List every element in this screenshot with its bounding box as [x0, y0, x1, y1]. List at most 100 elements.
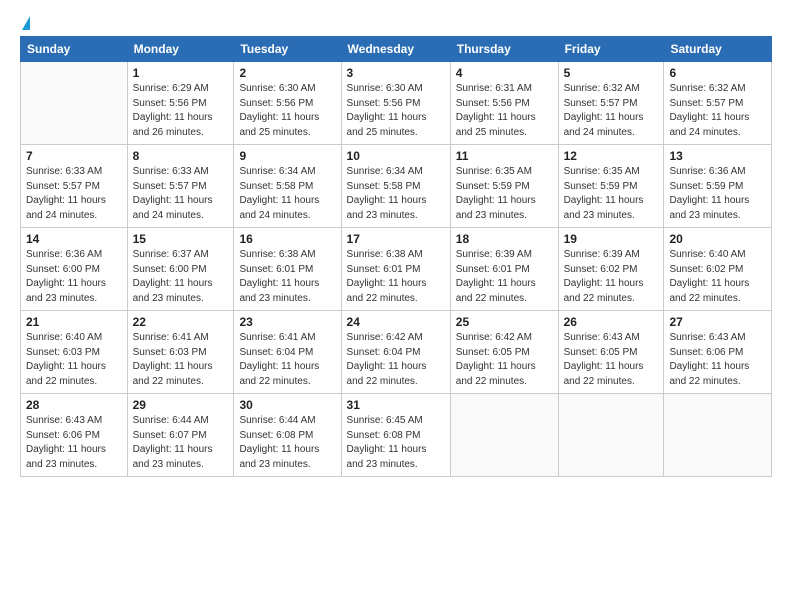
calendar-cell: 16Sunrise: 6:38 AMSunset: 6:01 PMDayligh… — [234, 228, 341, 311]
calendar-cell: 7 Sunrise: 6:33 AMSunset: 5:57 PMDaylight… — [21, 145, 128, 228]
calendar-cell: 23 Sunrise: 6:41 AMSunset: 6:04 PMDayligh… — [234, 311, 341, 394]
day-info: Sunrise: 6:34 AMSunset: 5:58 PMDaylight:… — [239, 166, 319, 221]
day-info: Sunrise: 6:33 AMSunset: 5:57 PMDaylight:… — [26, 166, 106, 221]
day-info: Sunrise: 6:31 AMSunset: 5:56 PMDaylight:… — [456, 83, 536, 138]
day-info: Sunrise: 6:36 AMSunset: 5:59 PMDaylight:… — [669, 166, 749, 221]
day-info: Sunrise: 6:43 AMSunset: 6:06 PMDaylight:… — [669, 332, 749, 387]
day-info: Sunrise: 6:34 AMSunset: 5:58 PMDaylight:… — [347, 166, 427, 221]
day-info: Sunrise: 6:32 AMSunset: 5:57 PMDaylight:… — [669, 83, 749, 138]
calendar-cell: 15 Sunrise: 6:37 AMSunset: 6:00 PMDayligh… — [127, 228, 234, 311]
calendar-week-row: 14 Sunrise: 6:36 AMSunset: 6:00 PMDayligh… — [21, 228, 772, 311]
calendar-cell — [664, 394, 772, 477]
day-info: Sunrise: 6:40 AMSunset: 6:02 PMDaylight:… — [669, 249, 749, 304]
day-number: 20 — [669, 232, 766, 246]
logo-triangle-icon — [22, 16, 30, 30]
day-info: Sunrise: 6:42 AMSunset: 6:05 PMDaylight:… — [456, 332, 536, 387]
calendar-header-saturday: Saturday — [664, 37, 772, 62]
calendar-cell: 29Sunrise: 6:44 AMSunset: 6:07 PMDayligh… — [127, 394, 234, 477]
day-info: Sunrise: 6:33 AMSunset: 5:57 PMDaylight:… — [133, 166, 213, 221]
calendar-cell: 21 Sunrise: 6:40 AMSunset: 6:03 PMDayligh… — [21, 311, 128, 394]
calendar-week-row: 28 Sunrise: 6:43 AMSunset: 6:06 PMDayligh… — [21, 394, 772, 477]
calendar-cell: 2Sunrise: 6:30 AMSunset: 5:56 PMDaylight… — [234, 62, 341, 145]
day-number: 29 — [133, 398, 229, 412]
calendar-cell — [21, 62, 128, 145]
day-info: Sunrise: 6:45 AMSunset: 6:08 PMDaylight:… — [347, 415, 427, 470]
day-number: 4 — [456, 66, 553, 80]
day-number: 17 — [347, 232, 445, 246]
day-info: Sunrise: 6:29 AMSunset: 5:56 PMDaylight:… — [133, 83, 213, 138]
day-info: Sunrise: 6:35 AMSunset: 5:59 PMDaylight:… — [456, 166, 536, 221]
calendar-cell: 10 Sunrise: 6:34 AMSunset: 5:58 PMDayligh… — [341, 145, 450, 228]
day-number: 15 — [133, 232, 229, 246]
calendar-cell: 11 Sunrise: 6:35 AMSunset: 5:59 PMDayligh… — [450, 145, 558, 228]
calendar-cell: 14 Sunrise: 6:36 AMSunset: 6:00 PMDayligh… — [21, 228, 128, 311]
calendar-cell: 28 Sunrise: 6:43 AMSunset: 6:06 PMDayligh… — [21, 394, 128, 477]
day-info: Sunrise: 6:36 AMSunset: 6:00 PMDaylight:… — [26, 249, 106, 304]
day-info: Sunrise: 6:44 AMSunset: 6:08 PMDaylight:… — [239, 415, 319, 470]
day-number: 25 — [456, 315, 553, 329]
calendar-header-thursday: Thursday — [450, 37, 558, 62]
day-info: Sunrise: 6:42 AMSunset: 6:04 PMDaylight:… — [347, 332, 427, 387]
day-info: Sunrise: 6:32 AMSunset: 5:57 PMDaylight:… — [564, 83, 644, 138]
day-info: Sunrise: 6:38 AMSunset: 6:01 PMDaylight:… — [347, 249, 427, 304]
day-number: 19 — [564, 232, 659, 246]
day-number: 22 — [133, 315, 229, 329]
calendar-header-tuesday: Tuesday — [234, 37, 341, 62]
day-number: 24 — [347, 315, 445, 329]
day-number: 10 — [347, 149, 445, 163]
calendar-cell: 22 Sunrise: 6:41 AMSunset: 6:03 PMDayligh… — [127, 311, 234, 394]
calendar-cell: 25 Sunrise: 6:42 AMSunset: 6:05 PMDayligh… — [450, 311, 558, 394]
day-number: 5 — [564, 66, 659, 80]
day-number: 23 — [239, 315, 335, 329]
day-number: 11 — [456, 149, 553, 163]
calendar-header-monday: Monday — [127, 37, 234, 62]
header — [20, 16, 772, 30]
day-number: 26 — [564, 315, 659, 329]
day-number: 31 — [347, 398, 445, 412]
calendar-week-row: 21 Sunrise: 6:40 AMSunset: 6:03 PMDayligh… — [21, 311, 772, 394]
day-number: 14 — [26, 232, 122, 246]
calendar-header-row: SundayMondayTuesdayWednesdayThursdayFrid… — [21, 37, 772, 62]
day-number: 30 — [239, 398, 335, 412]
calendar-cell: 13Sunrise: 6:36 AMSunset: 5:59 PMDayligh… — [664, 145, 772, 228]
calendar-cell: 1 Sunrise: 6:29 AMSunset: 5:56 PMDaylight… — [127, 62, 234, 145]
calendar-header-friday: Friday — [558, 37, 664, 62]
day-number: 18 — [456, 232, 553, 246]
day-info: Sunrise: 6:41 AMSunset: 6:04 PMDaylight:… — [239, 332, 319, 387]
calendar-cell: 20 Sunrise: 6:40 AMSunset: 6:02 PMDayligh… — [664, 228, 772, 311]
day-number: 7 — [26, 149, 122, 163]
calendar-week-row: 7 Sunrise: 6:33 AMSunset: 5:57 PMDaylight… — [21, 145, 772, 228]
calendar-cell: 18 Sunrise: 6:39 AMSunset: 6:01 PMDayligh… — [450, 228, 558, 311]
day-info: Sunrise: 6:39 AMSunset: 6:01 PMDaylight:… — [456, 249, 536, 304]
day-number: 21 — [26, 315, 122, 329]
day-info: Sunrise: 6:37 AMSunset: 6:00 PMDaylight:… — [133, 249, 213, 304]
day-info: Sunrise: 6:40 AMSunset: 6:03 PMDaylight:… — [26, 332, 106, 387]
calendar-cell: 24 Sunrise: 6:42 AMSunset: 6:04 PMDayligh… — [341, 311, 450, 394]
calendar-week-row: 1 Sunrise: 6:29 AMSunset: 5:56 PMDaylight… — [21, 62, 772, 145]
calendar-cell: 12Sunrise: 6:35 AMSunset: 5:59 PMDayligh… — [558, 145, 664, 228]
calendar-cell: 31 Sunrise: 6:45 AMSunset: 6:08 PMDayligh… — [341, 394, 450, 477]
calendar-cell: 19Sunrise: 6:39 AMSunset: 6:02 PMDayligh… — [558, 228, 664, 311]
day-info: Sunrise: 6:30 AMSunset: 5:56 PMDaylight:… — [347, 83, 427, 138]
calendar-cell: 26 Sunrise: 6:43 AMSunset: 6:05 PMDayligh… — [558, 311, 664, 394]
day-number: 27 — [669, 315, 766, 329]
calendar-cell — [558, 394, 664, 477]
day-number: 6 — [669, 66, 766, 80]
calendar-cell: 30 Sunrise: 6:44 AMSunset: 6:08 PMDayligh… — [234, 394, 341, 477]
day-number: 28 — [26, 398, 122, 412]
calendar-table: SundayMondayTuesdayWednesdayThursdayFrid… — [20, 36, 772, 477]
day-info: Sunrise: 6:43 AMSunset: 6:05 PMDaylight:… — [564, 332, 644, 387]
day-info: Sunrise: 6:43 AMSunset: 6:06 PMDaylight:… — [26, 415, 106, 470]
calendar-cell: 27 Sunrise: 6:43 AMSunset: 6:06 PMDayligh… — [664, 311, 772, 394]
day-number: 16 — [239, 232, 335, 246]
day-info: Sunrise: 6:41 AMSunset: 6:03 PMDaylight:… — [133, 332, 213, 387]
day-number: 3 — [347, 66, 445, 80]
calendar-cell: 8 Sunrise: 6:33 AMSunset: 5:57 PMDaylight… — [127, 145, 234, 228]
day-number: 8 — [133, 149, 229, 163]
calendar-cell: 3 Sunrise: 6:30 AMSunset: 5:56 PMDaylight… — [341, 62, 450, 145]
day-number: 1 — [133, 66, 229, 80]
calendar-cell — [450, 394, 558, 477]
calendar-cell: 6 Sunrise: 6:32 AMSunset: 5:57 PMDaylight… — [664, 62, 772, 145]
day-number: 9 — [239, 149, 335, 163]
day-number: 2 — [239, 66, 335, 80]
